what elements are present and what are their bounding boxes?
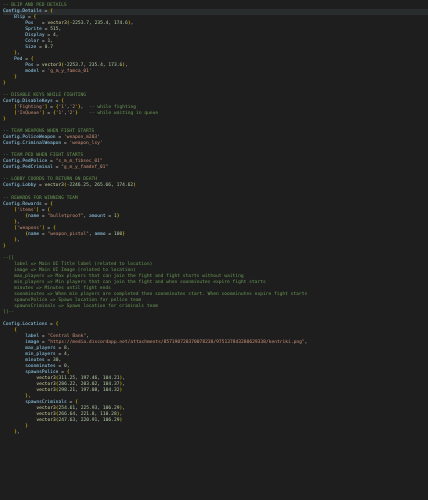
code-line[interactable]: }, [3,430,428,436]
code-area[interactable]: -- BLIP AND PED DETAILS Config.Details = … [3,3,428,436]
code-editor[interactable]: -- BLIP AND PED DETAILS Config.Details = … [0,0,428,500]
